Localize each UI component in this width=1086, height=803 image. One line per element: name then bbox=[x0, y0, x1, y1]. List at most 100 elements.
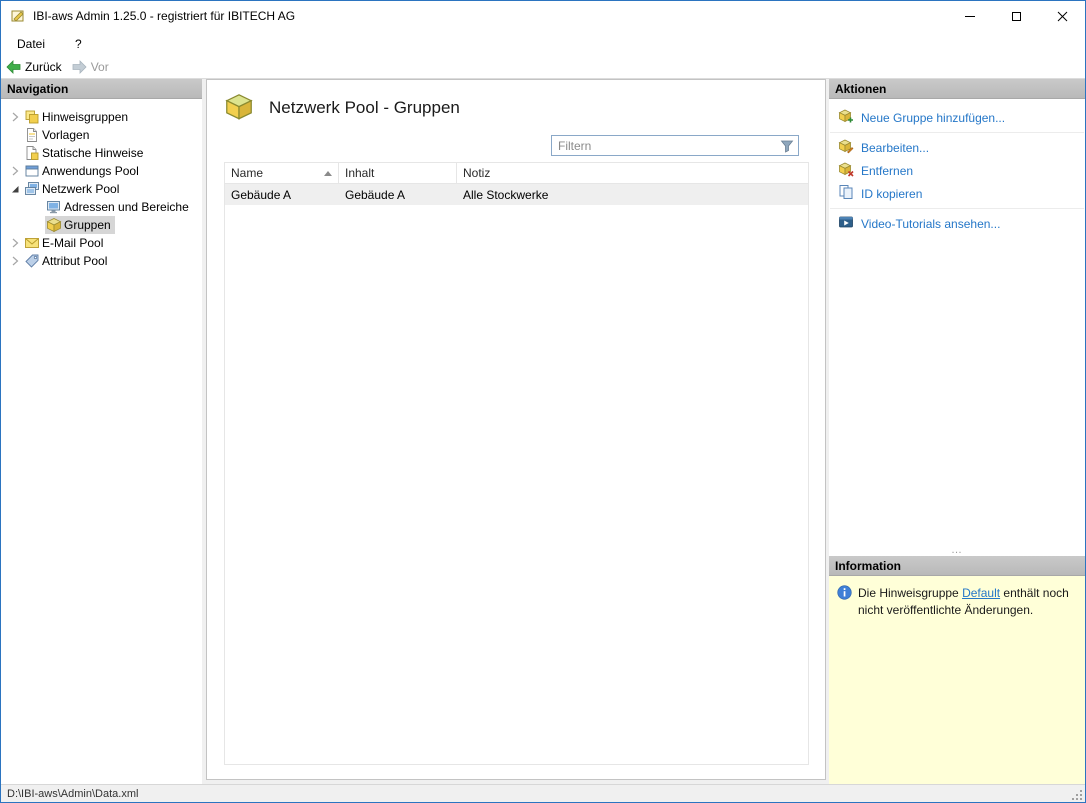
sidebar-item-label: Attribut Pool bbox=[42, 254, 108, 268]
maximize-icon bbox=[1011, 11, 1021, 21]
sidebar-item-gruppen[interactable]: Gruppen bbox=[1, 216, 202, 234]
chevron-right-icon[interactable] bbox=[7, 255, 23, 267]
action-label: ID kopieren bbox=[861, 186, 923, 201]
action-label: Bearbeiten... bbox=[861, 140, 930, 155]
page-icon bbox=[24, 127, 42, 143]
sidebar-item-label: Statische Hinweise bbox=[42, 146, 144, 160]
column-header-label: Name bbox=[231, 166, 264, 180]
box-add-icon bbox=[838, 108, 854, 127]
action-label: Video-Tutorials ansehen... bbox=[861, 216, 1001, 231]
video-icon bbox=[838, 214, 854, 233]
close-button[interactable] bbox=[1039, 1, 1085, 31]
client-area: Navigation Hinweisgruppen Vorlagen Stati… bbox=[1, 79, 1085, 784]
sidebar-item-hinweisgruppen[interactable]: Hinweisgruppen bbox=[1, 108, 202, 126]
filter-box bbox=[551, 135, 799, 156]
menu-datei[interactable]: Datei bbox=[15, 35, 47, 53]
copy-id-action[interactable]: ID kopieren bbox=[829, 182, 1085, 205]
navigation-header: Navigation bbox=[1, 79, 202, 99]
note-group-icon bbox=[24, 109, 42, 125]
copy-icon bbox=[838, 184, 854, 203]
toolbar: Zurück Vor bbox=[1, 56, 1085, 79]
default-group-link[interactable]: Default bbox=[962, 586, 1000, 600]
close-icon bbox=[1057, 11, 1067, 21]
column-header-name[interactable]: Name bbox=[225, 163, 339, 183]
chevron-right-icon[interactable] bbox=[7, 111, 23, 123]
content-header: Netzwerk Pool - Gruppen bbox=[207, 80, 825, 129]
column-header-inhalt[interactable]: Inhalt bbox=[339, 163, 457, 183]
minimize-button[interactable] bbox=[947, 1, 993, 31]
back-button[interactable]: Zurück bbox=[6, 60, 62, 74]
titlebar: IBI-aws Admin 1.25.0 - registriert für I… bbox=[1, 1, 1085, 31]
filter-funnel-icon[interactable] bbox=[778, 139, 798, 153]
menu-help[interactable]: ? bbox=[73, 35, 84, 53]
info-icon bbox=[837, 585, 852, 775]
sidebar-item-label: E-Mail Pool bbox=[42, 236, 104, 250]
edit-group-action[interactable]: Bearbeiten... bbox=[829, 136, 1085, 159]
information-box: Die Hinweisgruppe Default enthält noch n… bbox=[829, 576, 1085, 784]
app-window-icon bbox=[24, 163, 42, 179]
info-text-before: Die Hinweisgruppe bbox=[858, 586, 963, 600]
action-label: Entfernen bbox=[861, 163, 914, 178]
sidebar-item-label: Hinweisgruppen bbox=[42, 110, 129, 124]
chevron-right-icon[interactable] bbox=[7, 165, 23, 177]
tag-icon bbox=[24, 253, 42, 269]
group-table: Name Inhalt Notiz Gebäude A Gebäude A Al… bbox=[224, 162, 809, 765]
back-arrow-icon bbox=[6, 60, 21, 74]
cell-name: Gebäude A bbox=[231, 187, 292, 202]
chevron-right-icon[interactable] bbox=[7, 237, 23, 249]
box-edit-icon bbox=[838, 138, 854, 157]
forward-button[interactable]: Vor bbox=[72, 60, 109, 74]
app-window: IBI-aws Admin 1.25.0 - registriert für I… bbox=[0, 0, 1086, 803]
filter-input[interactable] bbox=[552, 136, 778, 155]
action-label: Neue Gruppe hinzufügen... bbox=[861, 110, 1006, 125]
static-note-icon bbox=[24, 145, 42, 161]
splitter-handle[interactable]: … bbox=[829, 543, 1085, 556]
sidebar-item-label: Anwendungs Pool bbox=[42, 164, 139, 178]
remove-group-action[interactable]: Entfernen bbox=[829, 159, 1085, 182]
actions-panel: Aktionen Neue Gruppe hinzufügen... Bearb… bbox=[829, 79, 1085, 784]
resize-grip[interactable] bbox=[1070, 788, 1084, 802]
table-header-row: Name Inhalt Notiz bbox=[225, 163, 808, 184]
app-icon bbox=[10, 8, 26, 24]
maximize-button[interactable] bbox=[993, 1, 1039, 31]
box-icon bbox=[46, 217, 64, 233]
page-title: Netzwerk Pool - Gruppen bbox=[269, 98, 460, 117]
table-row[interactable]: Gebäude A Gebäude A Alle Stockwerke bbox=[225, 184, 808, 205]
forward-arrow-icon bbox=[72, 60, 87, 74]
menubar: Datei ? bbox=[1, 31, 1085, 56]
sort-ascending-icon bbox=[324, 170, 332, 176]
sidebar-item-vorlagen[interactable]: Vorlagen bbox=[1, 126, 202, 144]
actions-list: Neue Gruppe hinzufügen... Bearbeiten... bbox=[829, 99, 1085, 543]
navigation-tree: Hinweisgruppen Vorlagen Statische Hinwei… bbox=[1, 99, 202, 270]
sidebar-item-label: Netzwerk Pool bbox=[42, 182, 120, 196]
filter-row bbox=[207, 129, 825, 162]
column-header-notiz[interactable]: Notiz bbox=[457, 163, 808, 183]
data-file-path: D:\IBI-aws\Admin\Data.xml bbox=[7, 787, 139, 800]
sidebar-item-adressen-und-bereiche[interactable]: Adressen und Bereiche bbox=[1, 198, 202, 216]
monitor-icon bbox=[46, 199, 64, 215]
sidebar-item-statische-hinweise[interactable]: Statische Hinweise bbox=[1, 144, 202, 162]
sidebar-item-label: Vorlagen bbox=[42, 128, 90, 142]
content-panel: Netzwerk Pool - Gruppen Name bbox=[206, 79, 826, 780]
cell-inhalt: Gebäude A bbox=[345, 187, 406, 202]
sidebar-item-attribut-pool[interactable]: Attribut Pool bbox=[1, 252, 202, 270]
network-icon bbox=[24, 181, 42, 197]
sidebar-item-anwendungs-pool[interactable]: Anwendungs Pool bbox=[1, 162, 202, 180]
column-header-label: Notiz bbox=[463, 166, 491, 180]
information-header: Information bbox=[829, 556, 1085, 576]
box-remove-icon bbox=[838, 161, 854, 180]
navigation-panel: Navigation Hinweisgruppen Vorlagen Stati… bbox=[1, 79, 202, 784]
window-title: IBI-aws Admin 1.25.0 - registriert für I… bbox=[33, 9, 296, 23]
minimize-icon bbox=[965, 15, 975, 17]
add-group-action[interactable]: Neue Gruppe hinzufügen... bbox=[829, 106, 1085, 129]
video-tutorials-action[interactable]: Video-Tutorials ansehen... bbox=[829, 212, 1085, 235]
sidebar-item-netzwerk-pool[interactable]: Netzwerk Pool bbox=[1, 180, 202, 198]
forward-label: Vor bbox=[90, 60, 109, 74]
chevron-down-icon[interactable] bbox=[7, 183, 23, 195]
information-text: Die Hinweisgruppe Default enthält noch n… bbox=[858, 585, 1077, 775]
back-label: Zurück bbox=[25, 60, 62, 74]
window-controls bbox=[947, 1, 1085, 31]
sidebar-item-email-pool[interactable]: E-Mail Pool bbox=[1, 234, 202, 252]
actions-header: Aktionen bbox=[829, 79, 1085, 99]
statusbar: D:\IBI-aws\Admin\Data.xml bbox=[1, 784, 1085, 802]
